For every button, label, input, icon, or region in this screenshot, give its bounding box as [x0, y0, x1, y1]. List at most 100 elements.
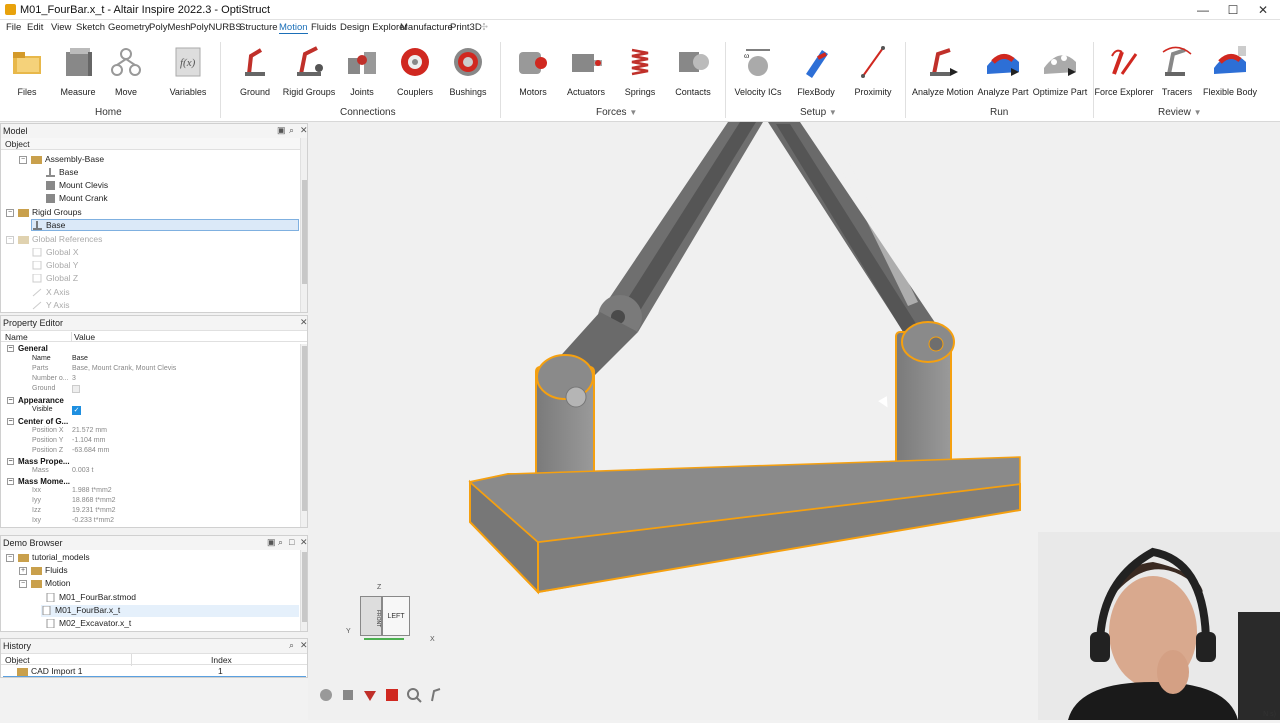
menu-structure[interactable]: Structure	[239, 22, 278, 33]
crank-link-right[interactable]	[768, 122, 938, 347]
tree-item-global-y[interactable]: Global Y	[32, 260, 78, 273]
pin-icon[interactable]: ▣	[267, 537, 276, 548]
collapse-icon[interactable]: −	[6, 553, 14, 562]
tree-item-tutorial-models[interactable]: − tutorial_models	[6, 552, 90, 565]
joints-tool[interactable]: Joints	[332, 44, 392, 97]
tree-item-x-axis[interactable]: X Axis	[32, 287, 70, 300]
rigid-groups-tool[interactable]: Rigid Groups	[279, 44, 339, 97]
isometric-icon[interactable]	[340, 687, 356, 703]
coupler-link-left[interactable]	[546, 122, 763, 392]
collapse-icon[interactable]: −	[7, 418, 14, 426]
prop-visible[interactable]: Visible ✓	[1, 406, 301, 416]
visible-checkbox[interactable]: ✓	[72, 406, 81, 415]
expand-icon[interactable]: +	[19, 566, 27, 575]
search-icon[interactable]: ⌕	[278, 537, 283, 548]
add-tab-icon[interactable]: ✣	[480, 22, 488, 33]
flexible-body-tool[interactable]: Flexible Body	[1200, 44, 1260, 97]
menu-design-explorer[interactable]: Design Explorer	[340, 22, 408, 33]
close-window-button[interactable]: ✕	[1248, 2, 1278, 18]
mount-crank[interactable]	[895, 321, 955, 473]
tree-item-y-axis[interactable]: Y Axis	[32, 300, 69, 313]
section-mass-moments[interactable]: − Mass Mome...	[7, 477, 70, 486]
tree-item-base[interactable]: Base	[45, 167, 78, 180]
tracers-tool[interactable]: Tracers	[1147, 44, 1207, 97]
close-panel-icon[interactable]: ✕	[300, 640, 308, 651]
demo-scrollbar[interactable]	[300, 550, 307, 631]
section-cut-icon[interactable]	[362, 687, 378, 703]
property-scrollbar[interactable]	[300, 344, 307, 527]
menu-geometry[interactable]: Geometry	[108, 22, 150, 33]
minimize-button[interactable]: —	[1188, 2, 1218, 18]
minimize-panel-icon[interactable]: □	[289, 537, 294, 547]
3d-viewport[interactable]: Z X Y FRONT LEFT N s)	[308, 122, 1280, 720]
collapse-icon[interactable]: −	[6, 208, 14, 217]
variables-tool[interactable]: f(x) Variables	[158, 44, 218, 97]
tree-item-global-x[interactable]: Global X	[32, 247, 79, 260]
tree-item-base-rigid-group[interactable]: Base	[31, 219, 299, 231]
move-tool[interactable]: Move	[96, 44, 156, 97]
ground-tool[interactable]: Ground	[225, 44, 285, 97]
tree-item-motion[interactable]: − Motion	[19, 578, 71, 591]
flexbody-tool[interactable]: FlexBody	[786, 44, 846, 97]
analyze-motion-tool[interactable]: Analyze Motion	[912, 44, 974, 97]
collapse-icon[interactable]: −	[7, 458, 14, 466]
optimize-part-tool[interactable]: Optimize Part	[1030, 44, 1090, 97]
box-select-icon[interactable]	[384, 687, 400, 703]
motors-tool[interactable]: Motors	[503, 44, 563, 97]
view-options-icon[interactable]	[318, 687, 334, 703]
base-part[interactable]	[468, 456, 1021, 595]
history-row-cad-import[interactable]: CAD Import 1	[17, 666, 83, 679]
section-mass-properties[interactable]: − Mass Prope...	[7, 457, 70, 466]
close-panel-icon[interactable]: ✕	[300, 317, 308, 328]
proximity-tool[interactable]: Proximity	[843, 44, 903, 97]
section-appearance[interactable]: − Appearance	[7, 396, 64, 405]
couplers-tool[interactable]: Couplers	[385, 44, 445, 97]
view-cube[interactable]: Z X Y FRONT LEFT	[346, 582, 436, 662]
tree-item-m01-stmod[interactable]: M01_FourBar.stmod	[45, 592, 136, 605]
menu-view[interactable]: View	[51, 22, 71, 33]
close-panel-icon[interactable]: ✕	[300, 125, 308, 136]
section-center-of-gravity[interactable]: − Center of G...	[7, 417, 68, 426]
tree-item-m02-xt[interactable]: M02_Excavator.x_t	[45, 618, 131, 631]
maximize-button[interactable]: ☐	[1218, 2, 1248, 18]
tree-item-mount-clevis[interactable]: Mount Clevis	[45, 180, 108, 193]
menu-polymesh[interactable]: PolyMesh	[149, 22, 191, 33]
menu-print3d[interactable]: Print3D	[450, 22, 482, 33]
search-icon[interactable]: ⌕	[289, 640, 294, 651]
pin-icon[interactable]: ▣	[277, 125, 286, 136]
prop-name[interactable]: Name Base	[1, 355, 301, 365]
zoom-icon[interactable]	[406, 687, 422, 703]
rigid-group-view-icon[interactable]	[428, 687, 444, 703]
collapse-icon[interactable]: −	[7, 345, 14, 353]
menu-file[interactable]: File	[6, 22, 21, 33]
tree-item-m01-xt[interactable]: M01_FourBar.x_t	[41, 605, 299, 617]
tree-item-assembly-base[interactable]: − Assembly-Base	[19, 154, 104, 167]
model-scrollbar[interactable]	[300, 138, 307, 312]
analyze-part-tool[interactable]: Analyze Part	[973, 44, 1033, 97]
tree-item-mount-crank[interactable]: Mount Crank	[45, 193, 108, 206]
springs-tool[interactable]: Springs	[610, 44, 670, 97]
collapse-icon[interactable]: −	[7, 397, 14, 405]
section-general[interactable]: − General	[7, 344, 48, 353]
bushings-tool[interactable]: Bushings	[438, 44, 498, 97]
collapse-icon[interactable]: −	[19, 155, 27, 164]
close-panel-icon[interactable]: ✕	[300, 537, 308, 548]
menu-fluids[interactable]: Fluids	[311, 22, 336, 33]
force-explorer-tool[interactable]: Force Explorer	[1094, 44, 1154, 97]
tree-item-fluids[interactable]: + Fluids	[19, 565, 68, 578]
history-timeline-bar[interactable]	[3, 676, 306, 677]
viewcube-left-face[interactable]: LEFT	[382, 596, 410, 636]
collapse-icon[interactable]: −	[6, 235, 14, 244]
menu-edit[interactable]: Edit	[27, 22, 43, 33]
contacts-tool[interactable]: Contacts	[663, 44, 723, 97]
menu-sketch[interactable]: Sketch	[76, 22, 105, 33]
search-icon[interactable]: ⌕	[289, 125, 294, 136]
menu-polynurbs[interactable]: PolyNURBS	[190, 22, 242, 33]
tree-item-global-z[interactable]: Global Z	[32, 273, 78, 286]
velocity-ics-tool[interactable]: ω Velocity ICs	[728, 44, 788, 97]
collapse-icon[interactable]: −	[7, 478, 14, 486]
viewcube-front-face[interactable]: FRONT	[360, 596, 382, 636]
collapse-icon[interactable]: −	[19, 579, 27, 588]
menu-manufacture[interactable]: Manufacture	[400, 22, 453, 33]
actuators-tool[interactable]: Actuators	[556, 44, 616, 97]
